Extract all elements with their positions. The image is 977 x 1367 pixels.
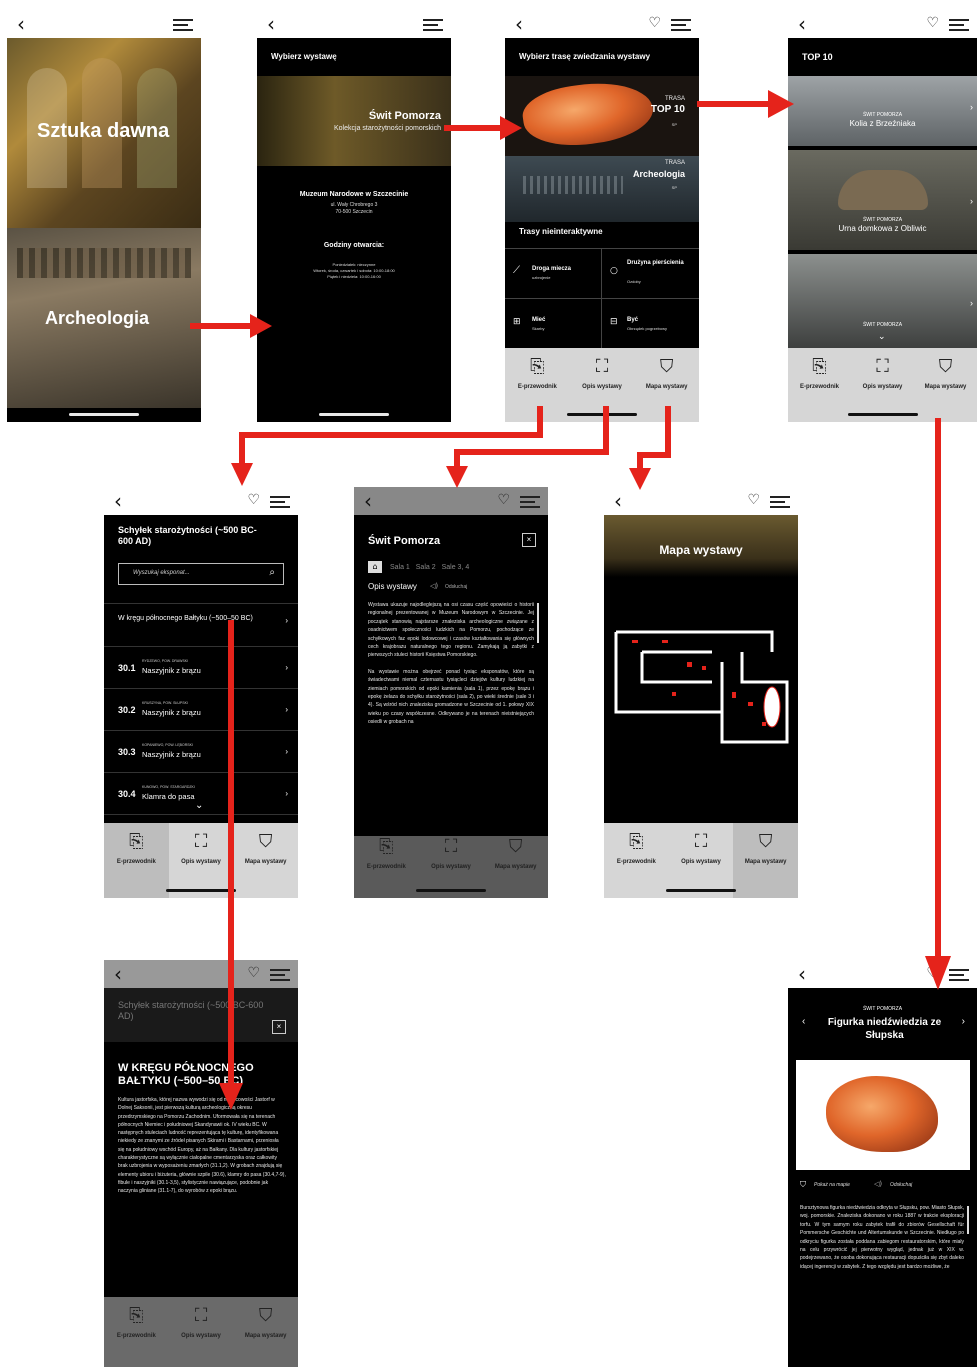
- arrow-mapa-to-map: [637, 406, 671, 470]
- flow-arrows: [190, 90, 951, 1110]
- arrow-guide-to-list: [239, 406, 543, 465]
